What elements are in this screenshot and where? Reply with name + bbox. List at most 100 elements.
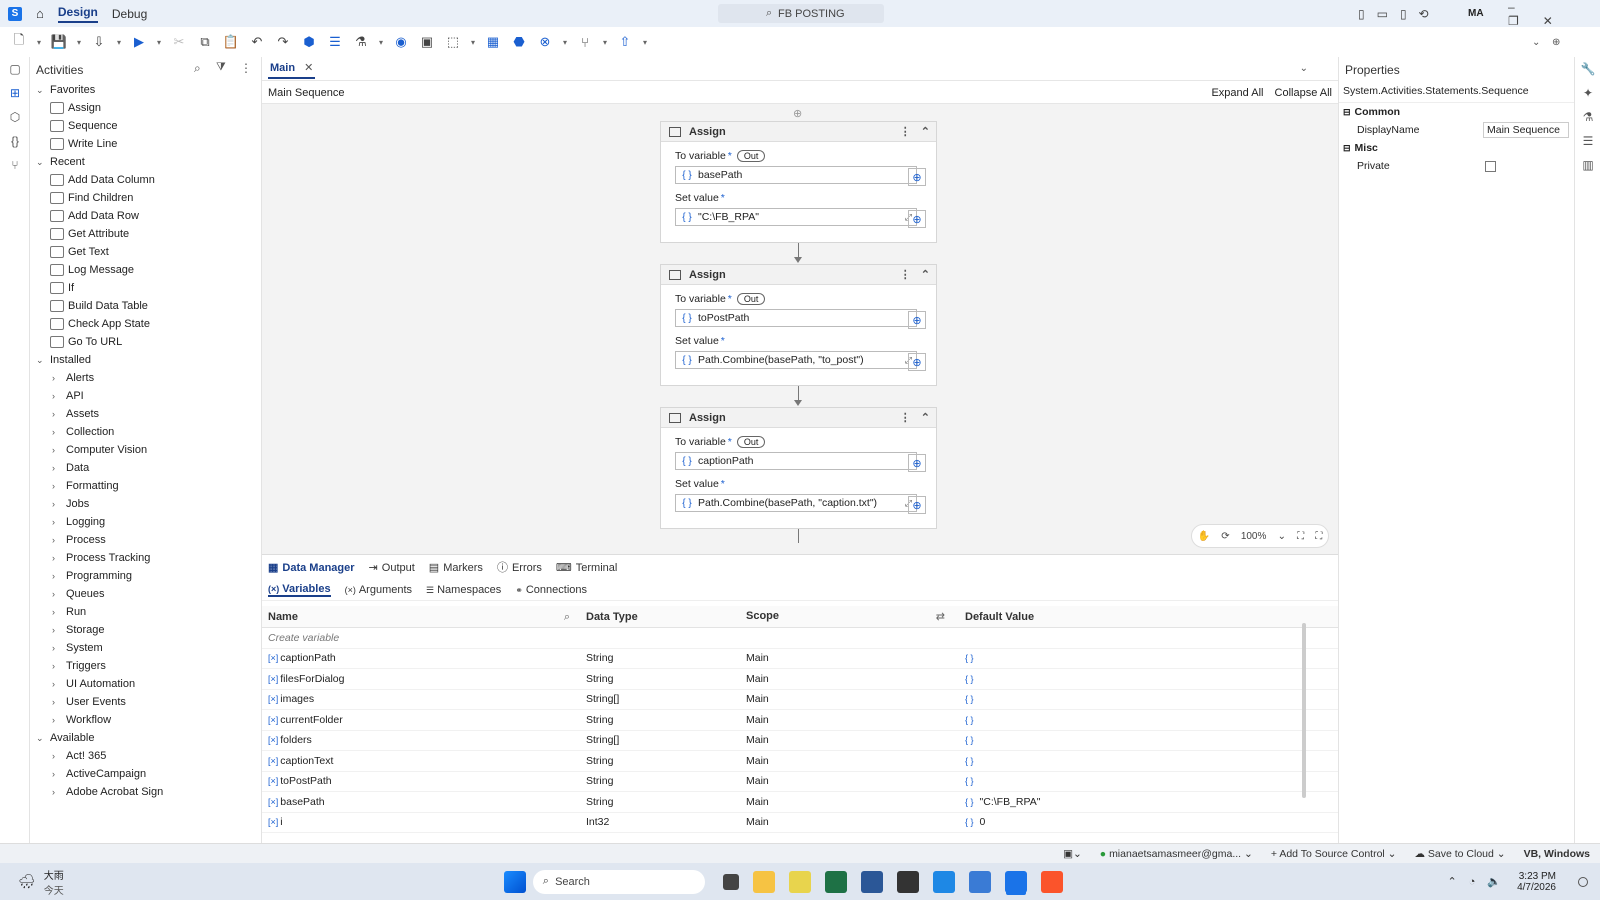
assistant-icon[interactable]: ✦ [1575, 81, 1600, 105]
set-value-input[interactable]: { } "C:\FB_RPA" ⤢ [675, 208, 917, 226]
outline-icon[interactable]: ☰ [1575, 129, 1600, 153]
activity-item[interactable]: Write Line [30, 135, 261, 153]
file-explorer-icon[interactable] [752, 870, 775, 893]
hand-icon[interactable]: ✋ [1198, 531, 1210, 542]
chevron-right-icon[interactable]: › [52, 625, 66, 635]
activity-category[interactable]: › Process Tracking [30, 549, 261, 567]
table-row[interactable]: [×] currentFolder String Main { } [262, 710, 1338, 731]
search-icon[interactable]: ⌕ [194, 61, 201, 76]
swap-icon[interactable]: ⇄ [936, 610, 945, 623]
activity-item[interactable]: Log Message [30, 261, 261, 279]
collapse-icon[interactable]: ⌃ [921, 125, 930, 138]
activity-category[interactable]: › Collection [30, 423, 261, 441]
taskbar-search[interactable]: ⌕ Search [532, 869, 705, 894]
set-value-input[interactable]: { } Path.Combine(basePath, "to_post") ⤢ [675, 351, 917, 369]
activity-item[interactable]: Go To URL [30, 333, 261, 351]
activity-category[interactable]: › Logging [30, 513, 261, 531]
chevron-right-icon[interactable]: › [52, 427, 66, 437]
collapse-icon[interactable]: ⌃ [921, 268, 930, 281]
variable-type[interactable]: String [582, 652, 742, 664]
volume-icon[interactable]: 🔈 [1487, 875, 1501, 888]
bottom-tab[interactable]: ⓘ Errors [497, 559, 542, 575]
cut-icon[interactable]: ✂ [168, 31, 190, 53]
chevron-down-icon[interactable]: ▾ [376, 31, 386, 53]
variable-name[interactable]: [×] currentFolder [262, 714, 582, 726]
create-variable-placeholder[interactable]: Create variable [262, 632, 582, 644]
variable-type[interactable]: String [582, 775, 742, 787]
run-icon[interactable]: ▶ [128, 31, 150, 53]
variable-type[interactable]: String[] [582, 693, 742, 705]
weather-widget[interactable]: 🌧 大雨 今天 [18, 867, 64, 897]
variable-default[interactable]: { } [961, 673, 1321, 685]
to-variable-input[interactable]: { } basePath [675, 166, 917, 184]
system-tray[interactable]: ⌃ ◔ 🔈 [1447, 875, 1501, 889]
chevron-right-icon[interactable]: › [52, 787, 66, 797]
to-variable-input[interactable]: { } toPostPath [675, 309, 917, 327]
git-icon[interactable]: ⑂ [0, 153, 30, 177]
collapse-icon[interactable]: ⊟ [1343, 143, 1351, 154]
chevron-right-icon[interactable]: › [52, 697, 66, 707]
variable-type[interactable]: Int32 [582, 816, 742, 828]
manage-packages-icon[interactable]: ⬢ [298, 31, 320, 53]
fit-icon[interactable]: ⛶ [1297, 531, 1304, 542]
variable-scope[interactable]: Main [742, 652, 961, 664]
store-icon[interactable] [968, 870, 991, 893]
report-icon[interactable]: ▥ [1575, 153, 1600, 177]
paste-icon[interactable]: 📋 [220, 31, 242, 53]
group-recent[interactable]: ⌄ Recent [30, 153, 261, 171]
publish-icon[interactable]: ⇧ [614, 31, 636, 53]
variable-scope[interactable]: Main [742, 673, 961, 685]
fullscreen-icon[interactable]: ⛶ [1315, 531, 1322, 542]
uipath-studio-icon[interactable] [1004, 870, 1027, 893]
search-icon[interactable]: ⌕ [564, 611, 570, 624]
activity-item[interactable]: Find Children [30, 189, 261, 207]
chevron-right-icon[interactable]: › [52, 661, 66, 671]
save-icon[interactable]: 💾 [48, 31, 70, 53]
chevron-right-icon[interactable]: › [52, 517, 66, 527]
add-variable-icon[interactable]: ⊕ [908, 168, 926, 186]
assign-activity[interactable]: Assign ⋮ ⌃ To variable * Out { } captionPath … [660, 407, 937, 529]
chevron-down-icon[interactable]: ▾ [468, 31, 478, 53]
close-icon[interactable]: ✕ [304, 62, 313, 74]
chevron-down-icon[interactable]: ⌄ [1278, 531, 1286, 542]
chevron-right-icon[interactable]: › [52, 769, 66, 779]
source-control-button[interactable]: + Add To Source Control ⌄ [1271, 848, 1397, 860]
exception-icon[interactable]: ⊗ [534, 31, 556, 53]
variable-type[interactable]: String [582, 796, 742, 808]
variable-default[interactable]: { } [961, 734, 1321, 746]
project-icon[interactable]: ▢ [0, 57, 30, 81]
chevron-down-icon[interactable]: ▾ [34, 31, 44, 53]
activity-category[interactable]: › Workflow [30, 711, 261, 729]
redo-icon[interactable]: ↷ [272, 31, 294, 53]
word-icon[interactable] [860, 870, 883, 893]
activity-item[interactable]: Assign [30, 99, 261, 117]
chevron-down-icon[interactable]: ⌄ [36, 85, 50, 96]
table-row[interactable]: [×] filesForDialog String Main { } [262, 669, 1338, 690]
chevron-right-icon[interactable]: › [52, 463, 66, 473]
data-subtab[interactable]: ☰ Namespaces [426, 584, 501, 596]
variable-type[interactable]: String[] [582, 734, 742, 746]
activity-category[interactable]: › Programming [30, 567, 261, 585]
expand-all-link[interactable]: Expand All [1211, 87, 1263, 99]
ui-explorer-icon[interactable]: ▦ [482, 31, 504, 53]
assign-header[interactable]: Assign ⋮ ⌃ [661, 408, 936, 428]
variable-default[interactable]: { } "C:\FB_RPA" [961, 796, 1321, 808]
activity-item[interactable]: Add Data Column [30, 171, 261, 189]
group-installed[interactable]: ⌄ Installed [30, 351, 261, 369]
variable-name[interactable]: [×] toPostPath [262, 775, 582, 787]
private-checkbox[interactable] [1485, 160, 1496, 172]
assign-activity[interactable]: Assign ⋮ ⌃ To variable * Out { } toPostPath ⊕… [660, 264, 937, 386]
designer-canvas[interactable]: ⊕ Assign ⋮ ⌃ To variable * Out { } basePath ⊕… [262, 104, 1338, 554]
table-row[interactable]: [×] toPostPath String Main { } [262, 772, 1338, 792]
chevron-down-icon[interactable]: ▾ [640, 31, 650, 53]
variable-scope[interactable]: Main [742, 714, 961, 726]
activity-item[interactable]: Build Data Table [30, 297, 261, 315]
collapse-all-link[interactable]: Collapse All [1275, 87, 1332, 99]
scrollbar[interactable] [1302, 623, 1306, 798]
variable-default[interactable]: { } [961, 652, 1321, 664]
brave-icon[interactable] [1040, 870, 1063, 893]
reset-icon[interactable]: ⟳ [1221, 531, 1229, 542]
start-icon[interactable] [503, 870, 526, 893]
to-variable-input[interactable]: { } captionPath [675, 452, 917, 470]
add-activity-icon[interactable]: ⊕ [793, 107, 802, 120]
